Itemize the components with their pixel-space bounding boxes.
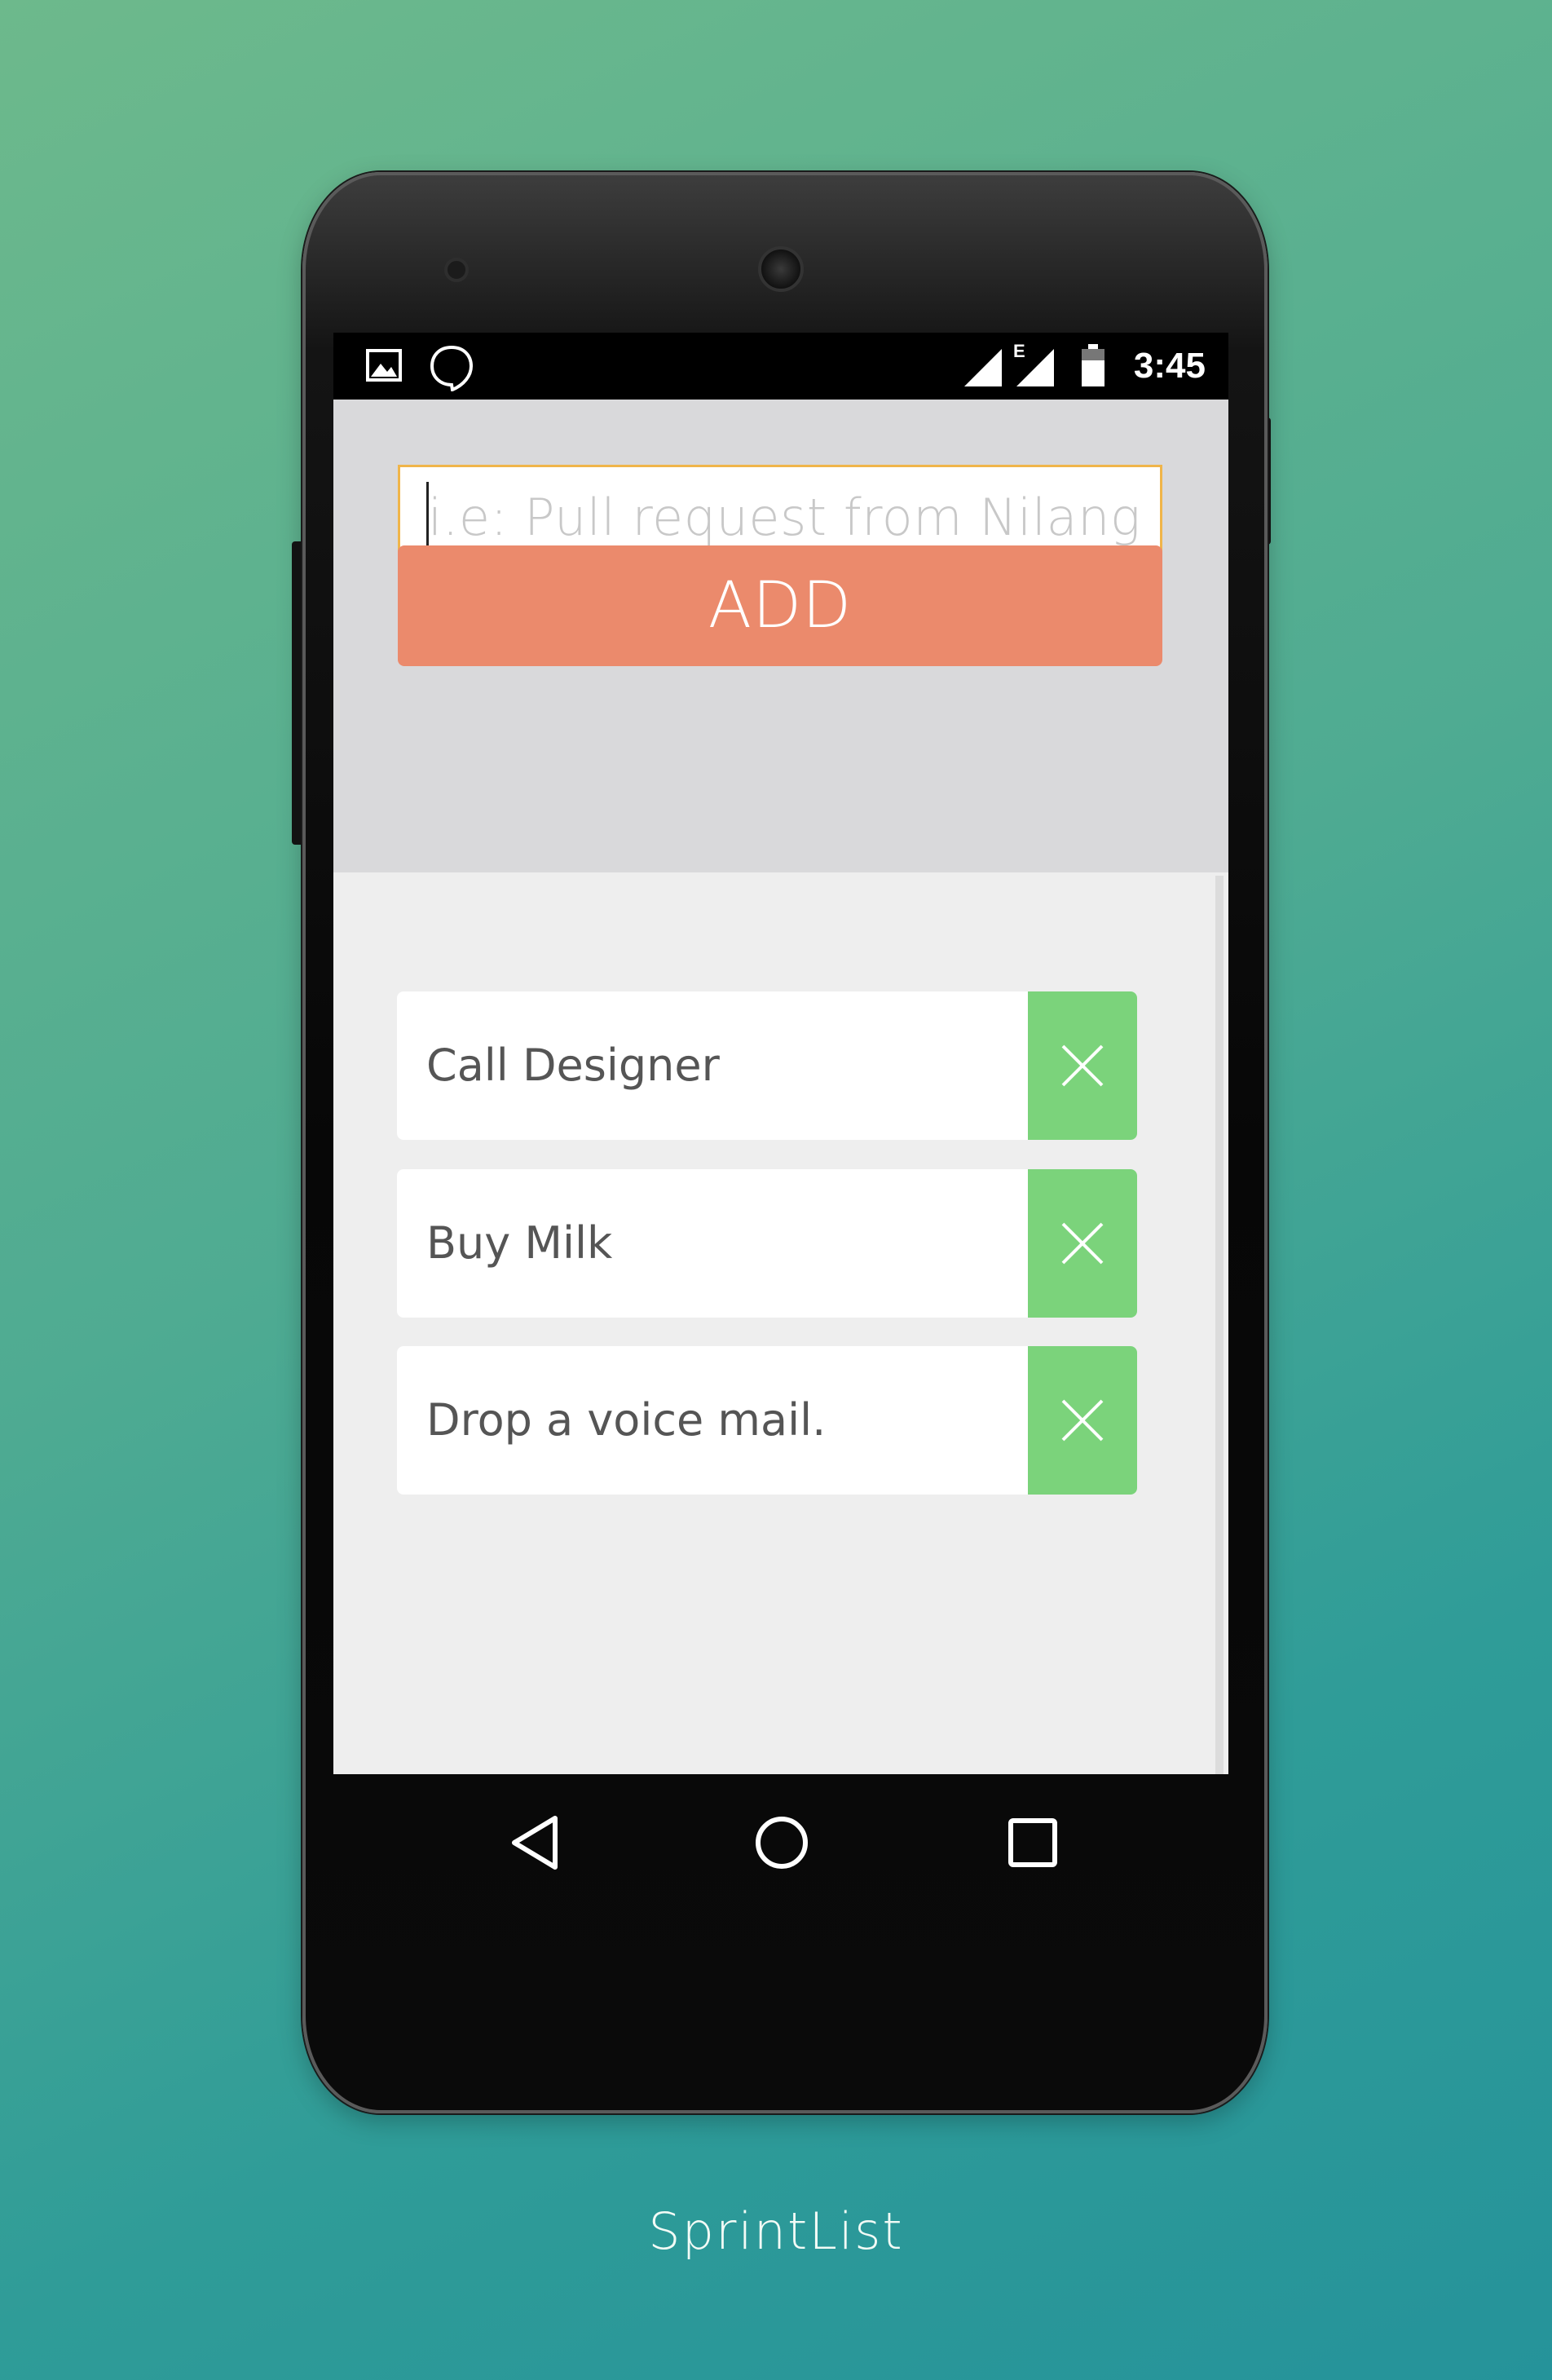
- navigation-bar: [333, 1774, 1228, 1913]
- back-icon[interactable]: [508, 1813, 562, 1875]
- phone-screen: E 3:45 i.e: Pull request from Nilang ADD: [333, 333, 1228, 1774]
- close-icon: [1061, 1044, 1104, 1087]
- hangouts-icon: [428, 344, 475, 395]
- task-list: Call Designer Buy Milk Drop a voice mail…: [333, 872, 1228, 1774]
- task-input-placeholder: i.e: Pull request from Nilang: [428, 488, 1141, 547]
- task-item[interactable]: Drop a voice mail.: [397, 1346, 1137, 1495]
- app-name: SprintList: [648, 2201, 904, 2261]
- task-label: Buy Milk: [426, 1217, 613, 1269]
- recents-icon[interactable]: [1007, 1817, 1059, 1872]
- task-label: Call Designer: [426, 1040, 720, 1091]
- scrollbar[interactable]: [1215, 876, 1224, 1774]
- home-icon[interactable]: [752, 1813, 811, 1875]
- front-camera: [444, 258, 469, 282]
- image-icon: [366, 349, 402, 385]
- task-item[interactable]: Buy Milk: [397, 1169, 1137, 1318]
- close-icon: [1061, 1222, 1104, 1265]
- composer-panel: i.e: Pull request from Nilang ADD: [333, 400, 1228, 872]
- remove-task-button[interactable]: [1028, 1169, 1137, 1318]
- task-label: Drop a voice mail.: [426, 1394, 827, 1446]
- battery-icon: [1080, 344, 1106, 391]
- remove-task-button[interactable]: [1028, 1346, 1137, 1495]
- task-item[interactable]: Call Designer: [397, 991, 1137, 1140]
- remove-task-button[interactable]: [1028, 991, 1137, 1140]
- add-button[interactable]: ADD: [398, 545, 1162, 666]
- earpiece-speaker: [758, 246, 804, 292]
- status-bar: E 3:45: [333, 333, 1228, 400]
- signal-icon: [963, 347, 1003, 391]
- status-clock: 3:45: [1133, 346, 1206, 386]
- close-icon: [1061, 1399, 1104, 1442]
- edge-signal-icon: [1015, 347, 1056, 391]
